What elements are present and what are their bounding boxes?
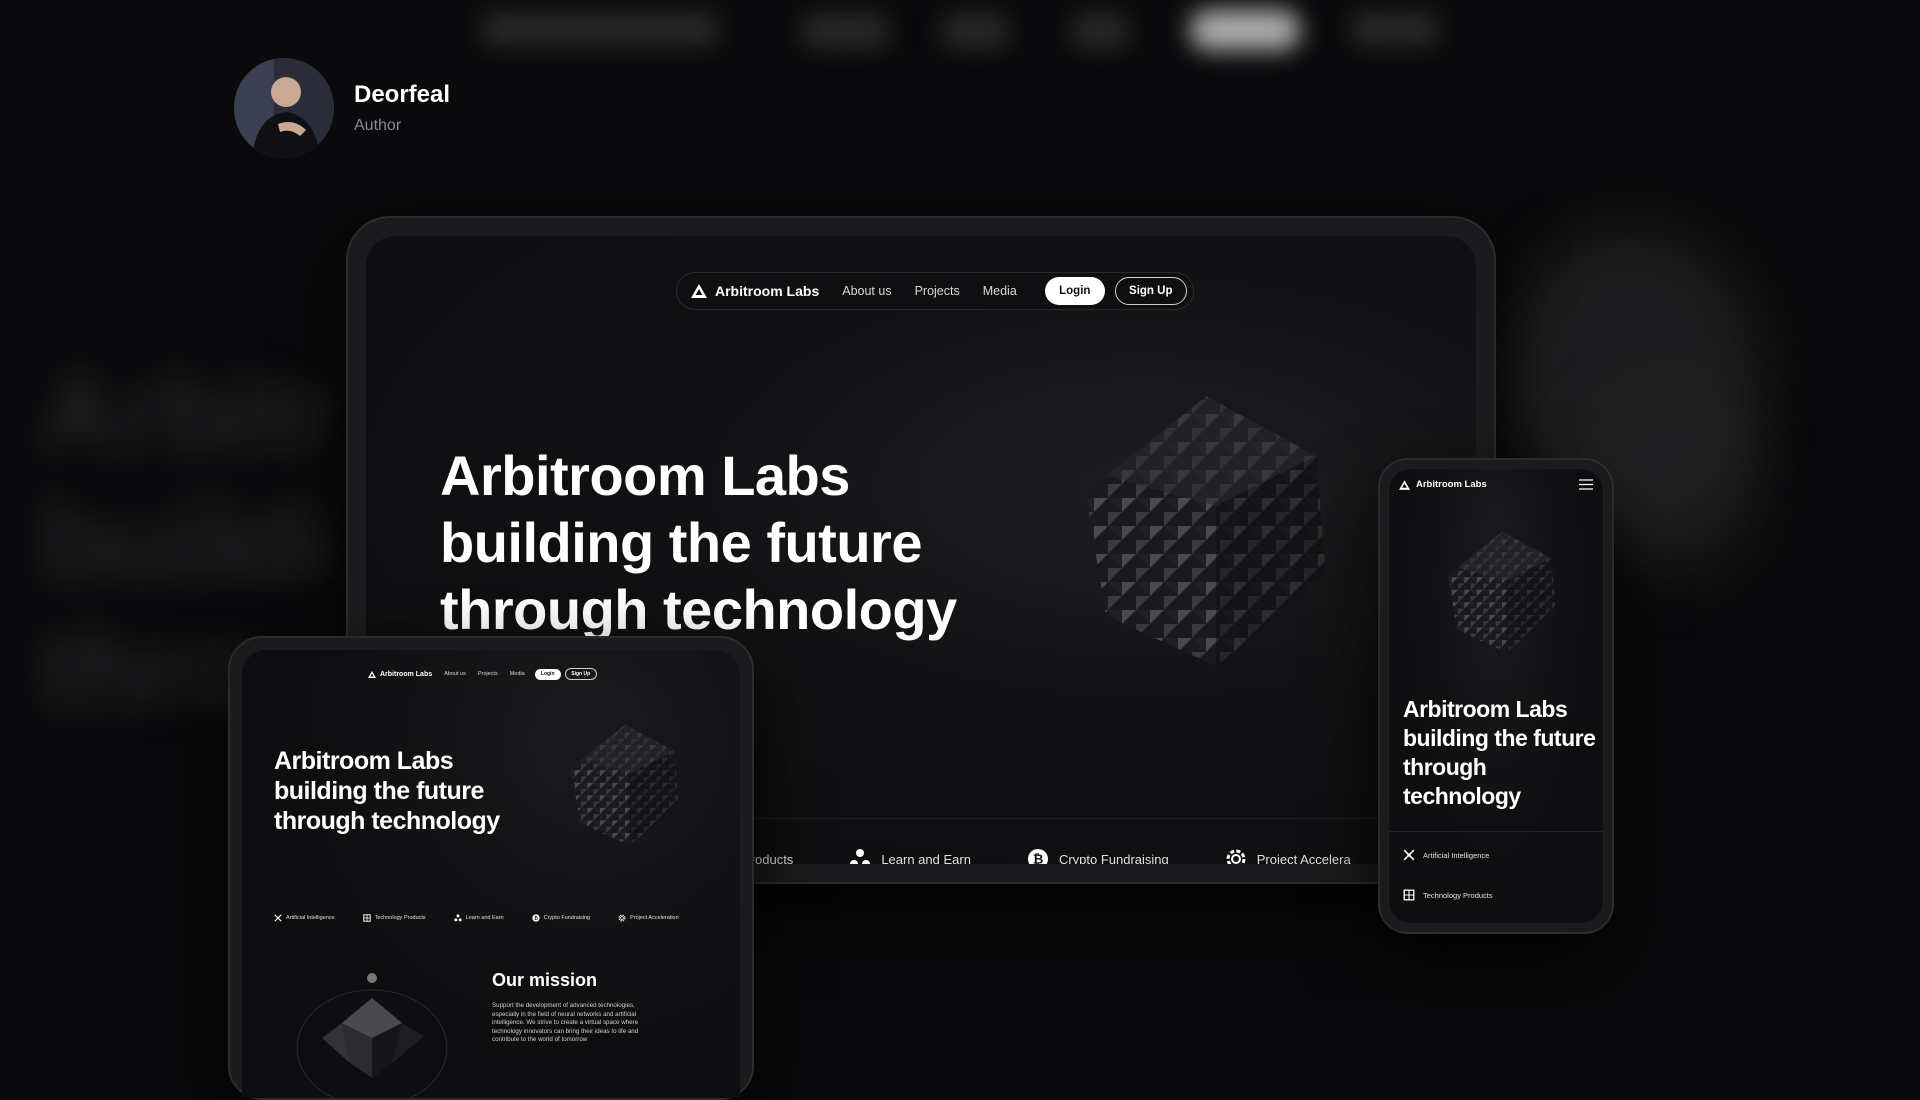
hero-title: Arbitroom Labs building the future throu… — [274, 747, 500, 835]
feature-tech-products[interactable]: Technology Products — [1403, 889, 1493, 901]
signup-button[interactable]: Sign Up — [1114, 277, 1187, 305]
nav-about[interactable]: About us — [842, 284, 891, 298]
brand[interactable]: Arbitroom Labs — [368, 670, 433, 678]
feature-acceleration[interactable]: Project Acceleration — [618, 914, 679, 922]
tablet-mockup: Arbitroom Labs About us Projects Media L… — [228, 636, 754, 1100]
nav-about[interactable]: About us — [444, 671, 466, 677]
signup-button[interactable]: Sign Up — [564, 668, 597, 680]
feature-learn-earn[interactable]: Learn and Earn — [454, 914, 504, 922]
feature-label: Technology Products — [374, 915, 426, 921]
bitcoin-icon: ₿ — [531, 914, 540, 922]
svg-text:₿: ₿ — [1033, 853, 1044, 865]
feature-crypto[interactable]: ₿ Crypto Fundraising — [1027, 848, 1169, 864]
hero-title: Arbitroom Labs building the future throu… — [1403, 696, 1596, 809]
logo-icon — [691, 284, 707, 298]
ai-icon — [1403, 849, 1415, 861]
features-divider — [1389, 831, 1603, 832]
hero-title: Arbitroom Labs building the future throu… — [440, 444, 957, 641]
gear-icon — [618, 914, 626, 922]
logo-icon — [1399, 479, 1410, 490]
brand[interactable]: Arbitroom Labs — [691, 283, 819, 299]
background-blurred-nav — [800, 14, 890, 48]
login-button[interactable]: Login — [534, 668, 561, 680]
phone-screen: Arbitroom Labs Arbitroom Labs building t… — [1389, 469, 1603, 923]
nav-projects[interactable]: Projects — [478, 671, 498, 677]
feature-ai[interactable]: Artificial Intelligence — [274, 914, 335, 922]
tablet-screen: Arbitroom Labs About us Projects Media L… — [242, 650, 740, 1098]
avatar-image — [234, 58, 334, 158]
feature-label: Project Acceleration — [630, 915, 679, 921]
navbar: Arbitroom Labs — [1399, 479, 1593, 490]
grid-icon — [362, 914, 371, 922]
background-blurred-button — [1190, 10, 1300, 50]
author-name[interactable]: Deorfeal — [354, 81, 450, 109]
brand-name: Arbitroom Labs — [380, 670, 433, 678]
features-bar: Artificial Intelligence Technology Produ… — [274, 914, 707, 922]
bitcoin-icon: ₿ — [1027, 849, 1048, 865]
author-card: Deorfeal Author — [234, 58, 450, 158]
navbar: Arbitroom Labs About us Projects Media L… — [368, 668, 597, 680]
features-list: Artificial Intelligence Technology Produ… — [1403, 849, 1493, 923]
feature-label: Crypto Fundraising — [1058, 851, 1169, 865]
feature-label: Crypto Fundraising — [543, 915, 591, 921]
feature-label: Technology Products — [1423, 890, 1493, 900]
feature-ai[interactable]: Artificial Intelligence — [1403, 849, 1489, 861]
features-bar: Products Learn and Earn ₿ Crypto Fundrai… — [742, 848, 1407, 864]
navbar: Arbitroom Labs About us Projects Media L… — [676, 272, 1194, 310]
feature-learn-earn[interactable]: Learn and Earn — [849, 848, 971, 864]
nav-projects[interactable]: Projects — [915, 284, 960, 298]
feature-label: Learn and Earn — [465, 915, 504, 921]
nav-media[interactable]: Media — [510, 671, 525, 677]
logo-icon — [368, 670, 376, 678]
background-blurred-nav — [480, 12, 720, 46]
author-role: Author — [354, 117, 402, 134]
brand-name: Arbitroom Labs — [1416, 479, 1487, 490]
cube-cluster-illustration — [1448, 531, 1556, 653]
feature-acceleration[interactable]: Project Accelera — [1225, 848, 1351, 864]
feature-label: Artificial Intelligence — [1423, 850, 1490, 860]
feature-label: Artificial Intelligence — [286, 915, 335, 921]
gear-icon — [1226, 849, 1246, 864]
cube-cluster-illustration — [1086, 396, 1326, 666]
brand-name: Arbitroom Labs — [715, 283, 820, 299]
hamburger-menu-icon[interactable] — [1579, 479, 1593, 490]
feature-crypto[interactable]: ₿ Crypto Fundraising — [531, 914, 591, 922]
mission-title: Our mission — [492, 970, 598, 990]
mission-illustration — [296, 973, 448, 1098]
feature-label: Project Accelera — [1256, 851, 1351, 865]
nav-media[interactable]: Media — [983, 284, 1017, 298]
avatar[interactable] — [234, 58, 334, 158]
network-icon — [850, 849, 871, 864]
background-blurred-nav — [1350, 12, 1440, 46]
feature-tech-products[interactable]: Technology Products — [362, 914, 426, 922]
ai-icon — [274, 914, 282, 922]
mission-text: Support the development of advanced tech… — [492, 1002, 639, 1043]
grid-icon — [1403, 889, 1415, 901]
login-button[interactable]: Login — [1044, 277, 1105, 305]
brand[interactable]: Arbitroom Labs — [1399, 479, 1487, 490]
cube-cluster-illustration — [571, 724, 679, 846]
network-icon — [454, 914, 462, 922]
background-blurred-nav — [940, 14, 1010, 48]
feature-label: Learn and Earn — [881, 851, 971, 865]
background-blurred-nav — [1070, 14, 1130, 48]
phone-mockup: Arbitroom Labs Arbitroom Labs building t… — [1378, 458, 1614, 934]
